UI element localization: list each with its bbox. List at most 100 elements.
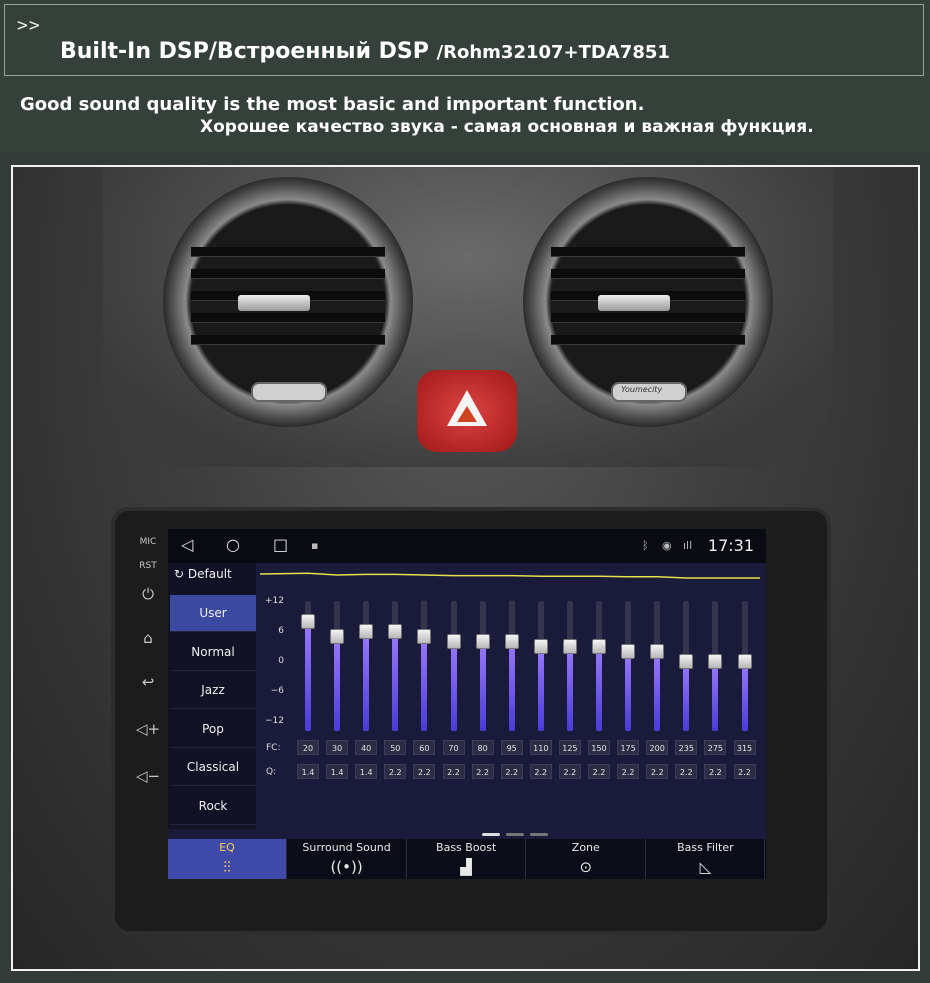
eq-band-handle[interactable] bbox=[737, 654, 752, 669]
power-button[interactable]: ⏻ bbox=[128, 585, 168, 603]
page-indicator bbox=[506, 833, 524, 836]
eq-band-handle[interactable] bbox=[417, 629, 432, 644]
fc-cell[interactable]: 150 bbox=[588, 740, 610, 755]
eq-band-handle[interactable] bbox=[446, 634, 461, 649]
eq-band-handle[interactable] bbox=[504, 634, 519, 649]
fc-cell[interactable]: 275 bbox=[704, 740, 727, 755]
eq-band-fill bbox=[596, 646, 602, 731]
fc-cell[interactable]: 95 bbox=[500, 740, 523, 755]
preset-jazz[interactable]: Jazz bbox=[170, 672, 256, 709]
eq-band-handle[interactable] bbox=[475, 634, 490, 649]
q-cell[interactable]: 2.2 bbox=[442, 764, 465, 779]
eq-band-fill bbox=[712, 661, 719, 731]
fc-cell[interactable]: 40 bbox=[355, 740, 378, 755]
q-cell[interactable]: 2.2 bbox=[675, 764, 698, 779]
fc-cell[interactable]: 80 bbox=[471, 740, 494, 755]
signal-icon: ıll bbox=[683, 539, 693, 552]
q-cell[interactable]: 2.2 bbox=[500, 764, 523, 779]
home-button[interactable]: ⌂ bbox=[128, 629, 168, 647]
rst-button[interactable]: RST bbox=[128, 561, 168, 571]
eq-band-fill bbox=[392, 631, 399, 731]
dsp-tab-bar: EQ ⫶⫶ Surround Sound ((•)) Bass Boost ▟ Zone ⊙ B… bbox=[168, 839, 766, 879]
nav-home-icon[interactable]: ○ bbox=[226, 535, 240, 554]
fc-cell[interactable]: 50 bbox=[384, 740, 407, 755]
eq-band-handle[interactable] bbox=[562, 639, 577, 654]
q-cell[interactable]: 2.2 bbox=[529, 764, 552, 779]
volume-down-button[interactable]: ◁− bbox=[128, 767, 168, 785]
nav-back-icon[interactable]: ◁ bbox=[181, 535, 193, 554]
q-cell[interactable]: 2.2 bbox=[384, 764, 407, 779]
eq-band-fill bbox=[508, 641, 515, 731]
reset-icon: ↻ bbox=[174, 567, 185, 581]
preset-user[interactable]: User bbox=[170, 595, 256, 632]
eq-band-handle[interactable] bbox=[592, 639, 606, 654]
tab-bass-filter[interactable]: Bass Filter ◺ bbox=[646, 839, 766, 879]
left-vent-knob bbox=[238, 295, 310, 311]
zone-icon: ⊙ bbox=[579, 858, 593, 876]
eq-band-handle[interactable] bbox=[679, 654, 694, 669]
hazard-button-icon bbox=[417, 370, 517, 452]
volume-up-button[interactable]: ◁+ bbox=[128, 720, 168, 738]
eq-band-fill bbox=[654, 651, 661, 731]
fc-cell[interactable]: 125 bbox=[558, 740, 581, 755]
title-sub: /Rohm32107+TDA7851 bbox=[436, 42, 670, 63]
eq-band-fill bbox=[479, 641, 486, 731]
eq-band-handle[interactable] bbox=[533, 639, 548, 654]
eq-band-handle[interactable] bbox=[708, 654, 723, 669]
tab-zone[interactable]: Zone ⊙ bbox=[527, 839, 646, 879]
eq-band-fill bbox=[421, 636, 428, 731]
nav-recent-icon[interactable]: □ bbox=[273, 535, 288, 554]
back-icon: ↩ bbox=[141, 673, 155, 691]
right-air-vent: Youmecity bbox=[523, 177, 773, 427]
tagline-russian: Хорошее качество звука - самая основная … bbox=[200, 117, 814, 137]
eq-band-fill bbox=[363, 631, 370, 731]
eq-band-handle[interactable] bbox=[650, 644, 665, 659]
fc-cell[interactable]: 60 bbox=[413, 740, 436, 755]
eq-band-fill bbox=[625, 651, 632, 731]
page-indicator bbox=[482, 833, 500, 836]
eq-band-handle[interactable] bbox=[359, 624, 374, 639]
equalizer-icon: ⫶⫶ bbox=[223, 858, 231, 876]
fc-cell[interactable]: 20 bbox=[297, 740, 319, 755]
back-button[interactable]: ↩ bbox=[128, 673, 168, 691]
q-cell[interactable]: 2.2 bbox=[558, 764, 581, 779]
eq-band-fill bbox=[334, 636, 341, 731]
tab-bass-boost[interactable]: Bass Boost ▟ bbox=[407, 839, 527, 879]
q-cell[interactable]: 1.4 bbox=[297, 764, 319, 779]
tab-surround-sound[interactable]: Surround Sound ((•)) bbox=[288, 839, 407, 879]
preset-pop[interactable]: Pop bbox=[170, 711, 256, 748]
eq-band-handle[interactable] bbox=[621, 644, 636, 659]
right-vent-knob bbox=[598, 295, 670, 311]
fc-cell[interactable]: 175 bbox=[617, 740, 640, 755]
default-button[interactable]: ↻ Default bbox=[174, 567, 232, 581]
q-cell[interactable]: 2.2 bbox=[704, 764, 727, 779]
q-cell[interactable]: 2.2 bbox=[413, 764, 436, 779]
power-icon: ⏻ bbox=[142, 585, 154, 603]
title-main: Built-In DSP/Встроенный DSP bbox=[60, 39, 429, 64]
eq-band-handle[interactable] bbox=[301, 614, 315, 629]
fc-cell[interactable]: 30 bbox=[326, 740, 349, 755]
q-cell[interactable]: 2.2 bbox=[733, 764, 756, 779]
page-indicator bbox=[530, 833, 548, 836]
tab-eq[interactable]: EQ ⫶⫶ bbox=[168, 839, 287, 879]
y-tick-label: −6 bbox=[270, 686, 284, 696]
q-cell[interactable]: 1.4 bbox=[326, 764, 349, 779]
preset-rock[interactable]: Rock bbox=[170, 788, 256, 825]
fc-cell[interactable]: 110 bbox=[529, 740, 552, 755]
fc-cell[interactable]: 200 bbox=[646, 740, 669, 755]
preset-classical[interactable]: Classical bbox=[170, 749, 256, 786]
fc-cell[interactable]: 235 bbox=[675, 740, 698, 755]
q-cell[interactable]: 2.2 bbox=[617, 764, 640, 779]
q-cell[interactable]: 2.2 bbox=[646, 764, 669, 779]
eq-band-handle[interactable] bbox=[330, 629, 345, 644]
q-cell[interactable]: 2.2 bbox=[471, 764, 494, 779]
volume-up-icon: ◁+ bbox=[135, 720, 161, 738]
q-cell[interactable]: 2.2 bbox=[588, 764, 610, 779]
q-cell[interactable]: 1.4 bbox=[355, 764, 378, 779]
fc-cell[interactable]: 315 bbox=[733, 740, 756, 755]
fc-cell[interactable]: 70 bbox=[442, 740, 465, 755]
dsp-screen: ◁ ○ □ ▪ ᛒ ◉ ıll 17:31 ↻ Default User Norm… bbox=[168, 529, 766, 879]
clock: 17:31 bbox=[707, 536, 754, 555]
preset-normal[interactable]: Normal bbox=[170, 634, 256, 671]
eq-band-handle[interactable] bbox=[388, 624, 403, 639]
